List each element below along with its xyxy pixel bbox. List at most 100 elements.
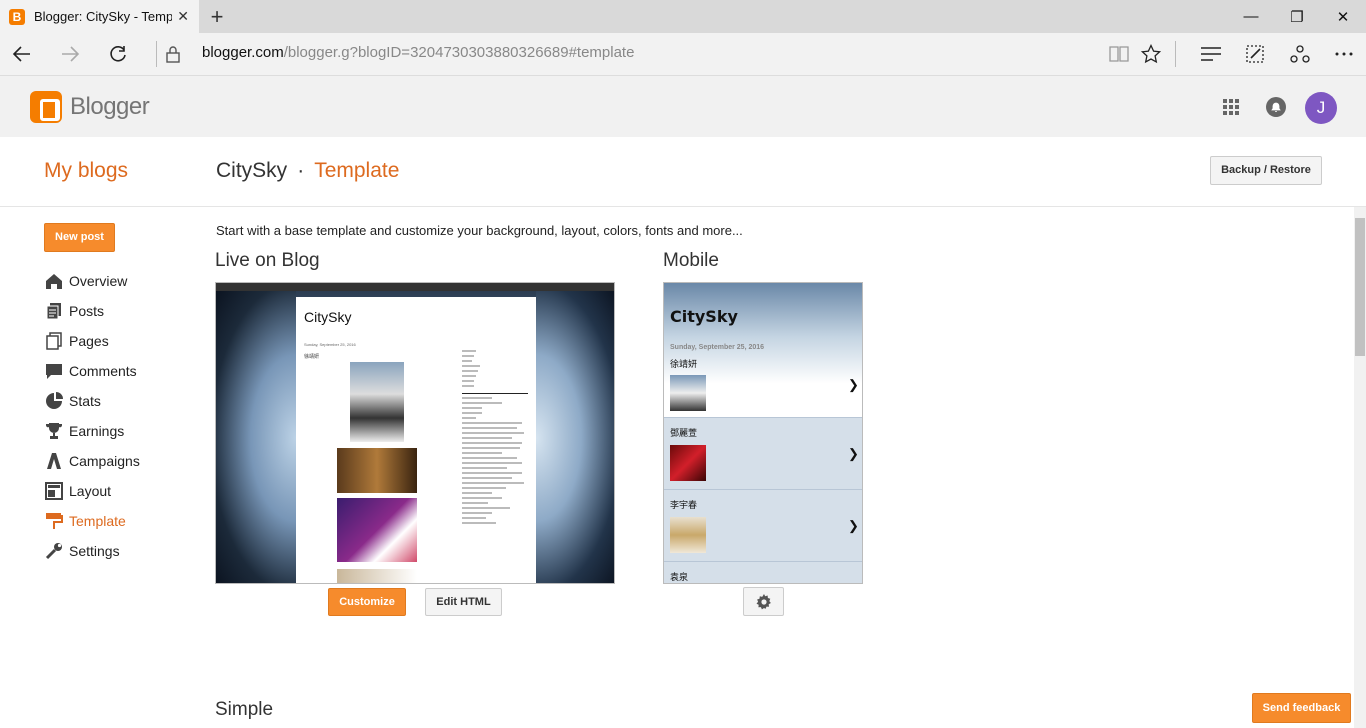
sidebar-item-label: Settings (69, 543, 120, 559)
avatar[interactable]: J (1305, 92, 1337, 124)
mobile-post-item: 李宇春 ❯ (664, 489, 862, 561)
sidebar-item-label: Posts (69, 303, 105, 319)
share-icon[interactable] (1287, 41, 1313, 67)
mobile-heading: Mobile (663, 250, 719, 271)
preview-navbar (216, 283, 614, 291)
mobile-post-item: 鄧麗萱 ❯ (664, 417, 862, 489)
sidebar-item-layout[interactable]: Layout (44, 476, 140, 506)
new-post-button[interactable]: New post (44, 223, 115, 252)
sidebar-item-overview[interactable]: Overview (44, 266, 140, 296)
sidebar-item-label: Layout (69, 483, 112, 499)
live-blog-preview[interactable]: CitySky Sunday, September 25, 2016 徐靖妍 (215, 282, 615, 584)
sidebar-item-label: Stats (69, 393, 101, 409)
earnings-icon (44, 421, 64, 441)
divider (1175, 41, 1176, 67)
simple-heading: Simple (215, 699, 274, 720)
url-path: /blogger.g?blogID=3204730303880326689#te… (283, 44, 635, 61)
sidebar-item-label: Overview (69, 273, 128, 289)
preview-photo (337, 569, 417, 583)
sidebar-item-comments[interactable]: Comments (44, 356, 140, 386)
preview-photo (337, 498, 417, 562)
reading-view-icon[interactable] (1106, 41, 1132, 67)
send-feedback-button[interactable]: Send feedback (1252, 693, 1351, 723)
mobile-settings-button[interactable] (743, 587, 784, 616)
tab-title: Blogger: CitySky - Temp (34, 9, 172, 24)
sidebar-item-label: Earnings (69, 423, 125, 439)
preview-post-title: 徐靖妍 (304, 354, 320, 360)
my-blogs-link[interactable]: My blogs (44, 159, 128, 183)
blogger-brand[interactable]: Blogger (70, 93, 150, 121)
mobile-post-thumbnail (670, 445, 706, 481)
settings-icon (44, 541, 64, 561)
mobile-preview[interactable]: CitySky Sunday, September 25, 2016 徐靖妍 ❯… (663, 282, 863, 584)
browser-nav-bar: blogger.com/blogger.g?blogID=32047303038… (0, 33, 1366, 76)
sidebar-item-label: Template (69, 513, 126, 529)
preview-page: CitySky Sunday, September 25, 2016 徐靖妍 (296, 297, 536, 583)
intro-text: Start with a base template and customize… (216, 223, 743, 238)
campaigns-icon (44, 451, 64, 471)
minimize-button[interactable]: — (1228, 0, 1274, 33)
edit-html-button[interactable]: Edit HTML (425, 588, 502, 616)
mobile-post-thumbnail (670, 517, 706, 553)
preview-blog-title: CitySky (304, 309, 352, 325)
chevron-right-icon: ❯ (848, 377, 859, 392)
preview-date: Sunday, September 25, 2016 (304, 342, 356, 347)
gear-icon (756, 594, 771, 610)
sidebar-item-label: Comments (69, 363, 137, 379)
sidebar-item-settings[interactable]: Settings (44, 536, 140, 566)
sidebar-item-template[interactable]: Template (44, 506, 140, 536)
mobile-post-item: 袁泉 (664, 561, 862, 583)
apps-grid-icon[interactable] (1223, 99, 1239, 115)
breadcrumb: CitySky · Template (216, 159, 399, 183)
blogger-header: Blogger J (0, 76, 1366, 137)
sidebar-item-campaigns[interactable]: Campaigns (44, 446, 140, 476)
blog-name[interactable]: CitySky (216, 159, 287, 182)
favorite-star-icon[interactable] (1138, 41, 1164, 67)
sidebar-item-posts[interactable]: Posts (44, 296, 140, 326)
divider (156, 41, 157, 67)
scrollbar-thumb[interactable] (1355, 218, 1365, 356)
hub-icon[interactable] (1198, 41, 1224, 67)
mobile-blog-title: CitySky (670, 307, 738, 326)
new-tab-button[interactable]: + (206, 4, 228, 30)
chevron-right-icon: ❯ (848, 446, 859, 461)
preview-background (536, 291, 614, 583)
sidebar-item-pages[interactable]: Pages (44, 326, 140, 356)
sidebar-item-stats[interactable]: Stats (44, 386, 140, 416)
url-host: blogger.com (202, 44, 284, 61)
posts-icon (44, 301, 64, 321)
browser-tab-bar: B Blogger: CitySky - Temp ✕ + — ❐ ✕ (0, 0, 1366, 33)
notifications-bell-icon[interactable] (1266, 97, 1286, 117)
layout-icon (44, 481, 64, 501)
overview-icon (44, 271, 64, 291)
pages-icon (44, 331, 64, 351)
sidebar-item-label: Campaigns (69, 453, 140, 469)
forward-arrow-icon[interactable] (57, 41, 83, 67)
more-menu-icon[interactable] (1331, 41, 1357, 67)
restore-button[interactable]: ❐ (1274, 0, 1320, 33)
mobile-post-thumbnail (670, 375, 706, 411)
window-close-button[interactable]: ✕ (1320, 0, 1366, 33)
web-note-icon[interactable] (1242, 41, 1268, 67)
preview-photo (337, 448, 417, 493)
comments-icon (44, 361, 64, 381)
browser-tab[interactable]: B Blogger: CitySky - Temp ✕ (0, 0, 199, 33)
lock-icon (165, 45, 181, 68)
breadcrumb-separator: · (297, 159, 305, 182)
address-bar[interactable]: blogger.com/blogger.g?blogID=32047303038… (202, 44, 634, 61)
back-arrow-icon[interactable] (9, 41, 35, 67)
sidebar-item-earnings[interactable]: Earnings (44, 416, 140, 446)
mobile-date: Sunday, September 25, 2016 (670, 344, 765, 351)
blogger-logo-icon[interactable] (30, 91, 62, 123)
mobile-post-title: 袁泉 (670, 572, 689, 582)
mobile-post-title: 徐靖妍 (670, 359, 698, 369)
sidebar-item-label: Pages (69, 333, 109, 349)
tab-close-icon[interactable]: ✕ (177, 8, 189, 25)
refresh-icon[interactable] (105, 41, 131, 67)
customize-button[interactable]: Customize (328, 588, 406, 616)
stats-icon (44, 391, 64, 411)
backup-restore-button[interactable]: Backup / Restore (1210, 156, 1322, 185)
preview-background (216, 291, 296, 583)
sidebar-nav: Overview Posts Pages Comments Stats Earn… (44, 266, 140, 566)
page-title: Template (314, 159, 400, 182)
